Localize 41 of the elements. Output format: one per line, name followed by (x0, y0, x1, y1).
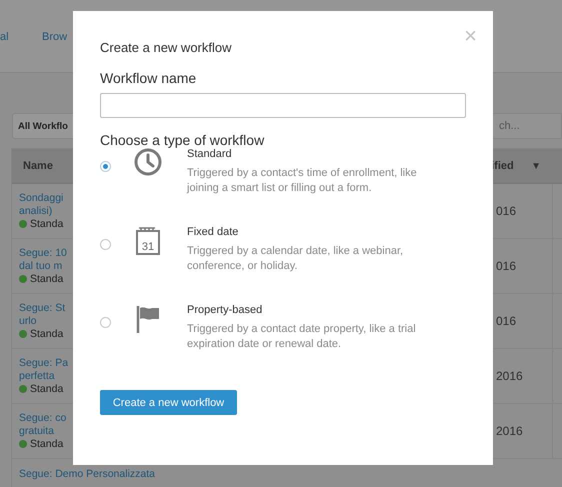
workflow-link[interactable]: Segue: co (19, 412, 66, 424)
clock-icon (133, 148, 163, 176)
workflow-link[interactable]: Segue: St (19, 302, 66, 314)
workflow-link[interactable]: dal tuo m (19, 260, 67, 272)
workflow-type: Standa (30, 382, 64, 396)
modified-date: 016 (496, 239, 553, 293)
radio-button[interactable] (100, 239, 111, 250)
dialog-title: Create a new workflow (100, 40, 232, 55)
workflow-link[interactable]: Sondaggi (19, 192, 64, 204)
nav-tab[interactable]: Brow (42, 31, 68, 43)
workflow-link[interactable]: Segue: Pa (19, 356, 68, 370)
modified-date: 016 (496, 184, 553, 238)
option-description: Triggered by a calendar date, like a webinar, conference, or holiday. (187, 244, 404, 274)
modified-date: 2016 (496, 404, 553, 458)
option-description: Triggered by a contact date property, like a trial expiration date or renewal date. (187, 322, 417, 352)
option-title: Property-based (187, 304, 264, 316)
workflow-type: Standa (30, 328, 64, 340)
column-header[interactable]: Name (23, 160, 53, 172)
workflow-link[interactable]: Segue: Demo Personalizzata (19, 468, 155, 481)
workflow-link[interactable]: urlo (19, 314, 66, 328)
workflow-name-field[interactable] (100, 93, 466, 118)
section-heading: Choose a type of workflow (100, 132, 266, 148)
option-title: Fixed date (187, 226, 240, 238)
workflow-link[interactable]: Segue: 10 (19, 246, 67, 260)
workflow-type: Standa (30, 272, 64, 286)
field-label: Workflow name (100, 70, 198, 86)
option-title: Standard (187, 148, 233, 160)
radio-button[interactable] (100, 317, 111, 328)
workflow-type: Standa (30, 218, 64, 230)
radio-button[interactable] (100, 161, 111, 172)
close-button[interactable]: × (464, 23, 477, 49)
sort-icon[interactable]: ▼ (531, 160, 541, 172)
modified-date: 016 (496, 294, 553, 348)
nav-tab[interactable]: al (0, 31, 9, 43)
workflow-link[interactable]: gratuita (19, 424, 66, 438)
workflow-type: Standa (30, 438, 64, 450)
create-workflow-button[interactable]: Create a new workflow (100, 390, 237, 415)
workflow-link[interactable]: perfetta (19, 370, 68, 382)
option-description: Triggered by a contact's time of enrollment, like joining a smart list or filling out a form. (187, 166, 418, 196)
workflow-link[interactable]: analisi) (19, 204, 64, 218)
modified-date: 2016 (496, 349, 553, 403)
